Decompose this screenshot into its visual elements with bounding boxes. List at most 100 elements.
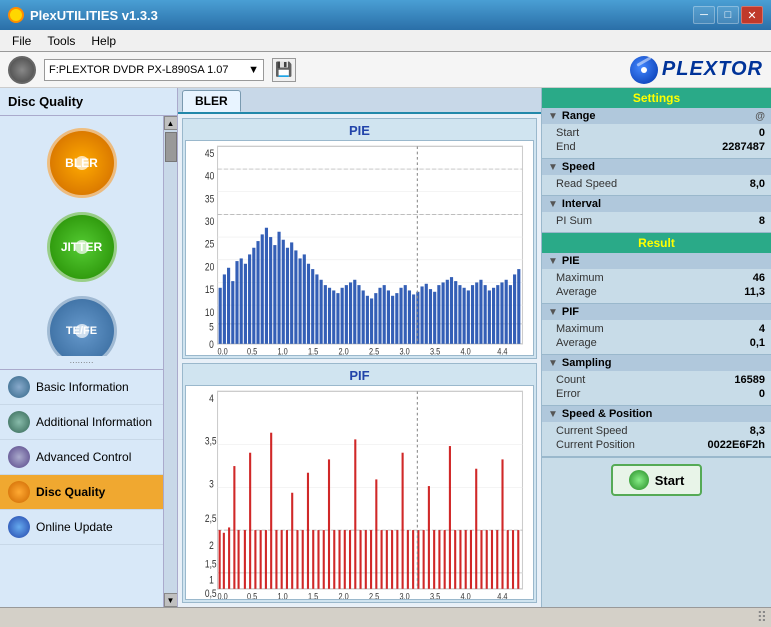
pie-max-label: Maximum xyxy=(556,272,604,284)
tefe-label: TE/FE xyxy=(66,325,97,337)
additional-info-label: Additional Information xyxy=(36,415,152,429)
maximize-button[interactable]: □ xyxy=(717,6,739,24)
tab-bler[interactable]: BLER xyxy=(182,90,241,112)
speed-pos-collapse-icon: ▼ xyxy=(548,409,558,420)
svg-text:1.0: 1.0 xyxy=(277,590,288,599)
charts-container: PIE 45 40 35 30 25 20 15 10 5 0 xyxy=(178,114,541,607)
pie-avg-label: Average xyxy=(556,286,597,298)
pie-result-header[interactable]: ▼ PIE xyxy=(542,253,771,269)
scroll-down-button[interactable]: ▼ xyxy=(164,593,178,607)
minimize-button[interactable]: ─ xyxy=(693,6,715,24)
menu-item-tools[interactable]: Tools xyxy=(39,32,83,50)
sidebar-item-disc[interactable]: Disc Quality xyxy=(0,475,163,510)
pie-result-content: Maximum 46 Average 11,3 xyxy=(542,269,771,303)
svg-text:3.5: 3.5 xyxy=(430,590,441,599)
start-button[interactable]: Start xyxy=(611,464,703,496)
toolbar: F:PLEXTOR DVDR PX-L890SA 1.07 ▼ 💾 PLEXTO… xyxy=(0,52,771,88)
sidebar-item-basic[interactable]: Basic Information xyxy=(0,370,163,405)
jitter-label: JITTER xyxy=(61,240,102,254)
range-start-label: Start xyxy=(556,127,579,139)
pi-sum-value: 8 xyxy=(759,215,765,227)
speed-position-header[interactable]: ▼ Speed & Position xyxy=(542,406,771,422)
main-layout: Disc Quality BLER xyxy=(0,88,771,607)
sidebar-body: BLER JITTER TE/FE xyxy=(0,116,177,607)
sidebar-item-online[interactable]: Online Update xyxy=(0,510,163,545)
svg-text:2,5: 2,5 xyxy=(205,513,217,525)
save-button[interactable]: 💾 xyxy=(272,58,296,82)
pif-max-row: Maximum 4 xyxy=(556,322,765,336)
svg-text:1: 1 xyxy=(209,574,214,586)
plextor-circle-icon xyxy=(630,56,658,84)
pie-chart-svg: 45 40 35 30 25 20 15 10 5 0 xyxy=(186,141,533,355)
svg-text:0.5: 0.5 xyxy=(247,346,258,355)
range-content: Start 0 End 2287487 xyxy=(542,124,771,158)
interval-collapse-icon: ▼ xyxy=(548,199,558,210)
start-circle-icon xyxy=(629,470,649,490)
additional-info-icon xyxy=(8,411,30,433)
pif-avg-value: 0,1 xyxy=(750,337,765,349)
speed-position-content: Current Speed 8,3 Current Position 0022E… xyxy=(542,422,771,456)
menu-item-help[interactable]: Help xyxy=(83,32,124,50)
sampling-collapse-icon: ▼ xyxy=(548,358,558,369)
svg-text:4: 4 xyxy=(209,393,214,405)
interval-section-header[interactable]: ▼ Interval xyxy=(542,196,771,212)
nav-items: Basic Information Additional Information… xyxy=(0,369,163,545)
sidebar-header: Disc Quality xyxy=(0,88,177,116)
pie-max-value: 46 xyxy=(753,272,765,284)
svg-text:0.0: 0.0 xyxy=(218,346,229,355)
pie-avg-value: 11,3 xyxy=(744,286,765,298)
sidebar-scrollbar[interactable]: ▲ ▼ xyxy=(163,116,177,607)
online-update-icon xyxy=(8,516,30,538)
current-speed-label: Current Speed xyxy=(556,425,628,437)
bler-button[interactable]: BLER xyxy=(8,124,155,202)
pie-result-collapse-icon: ▼ xyxy=(548,256,558,267)
close-button[interactable]: ✕ xyxy=(741,6,763,24)
sampling-label: Sampling xyxy=(562,357,612,369)
svg-text:0: 0 xyxy=(209,339,214,351)
content-area: BLER PIE 45 40 35 30 25 20 15 10 xyxy=(178,88,541,607)
svg-text:40: 40 xyxy=(205,171,214,183)
read-speed-label: Read Speed xyxy=(556,178,617,190)
svg-text:1.0: 1.0 xyxy=(277,346,288,355)
save-icon: 💾 xyxy=(275,61,292,78)
settings-header: Settings xyxy=(542,88,771,108)
jitter-button[interactable]: JITTER xyxy=(8,208,155,286)
pif-chart-svg: 4 3,5 3 2,5 2 1,5 1 0,5 xyxy=(186,386,533,600)
pie-chart-area: 45 40 35 30 25 20 15 10 5 0 xyxy=(185,140,534,356)
speed-section-header[interactable]: ▼ Speed xyxy=(542,159,771,175)
drive-selector[interactable]: F:PLEXTOR DVDR PX-L890SA 1.07 ▼ xyxy=(44,59,264,81)
speed-position-label: Speed & Position xyxy=(562,408,652,420)
speed-collapse-icon: ▼ xyxy=(548,162,558,173)
tab-bar: BLER xyxy=(178,88,541,114)
count-label: Count xyxy=(556,374,585,386)
start-label: Start xyxy=(655,473,685,488)
svg-text:1.5: 1.5 xyxy=(308,346,319,355)
svg-text:0.5: 0.5 xyxy=(247,590,258,599)
range-section-header[interactable]: ▼ Range @ xyxy=(542,108,771,124)
sidebar: Disc Quality BLER xyxy=(0,88,178,607)
scroll-thumb[interactable] xyxy=(165,132,177,162)
advanced-control-icon xyxy=(8,446,30,468)
settings-panel: Settings ▼ Range @ Start 0 End 2287487 xyxy=(541,88,771,607)
read-speed-value: 8,0 xyxy=(750,178,765,190)
svg-text:5: 5 xyxy=(209,322,214,334)
sampling-section-header[interactable]: ▼ Sampling xyxy=(542,355,771,371)
drive-icon xyxy=(8,56,36,84)
sidebar-item-advanced[interactable]: Advanced Control xyxy=(0,440,163,475)
pif-result-section: ▼ PIF Maximum 4 Average 0,1 xyxy=(542,304,771,355)
title-buttons: ─ □ ✕ xyxy=(693,6,763,24)
pie-max-row: Maximum 46 xyxy=(556,271,765,285)
svg-text:4.0: 4.0 xyxy=(460,346,471,355)
error-label: Error xyxy=(556,388,580,400)
svg-text:0.0: 0.0 xyxy=(218,590,229,599)
disc-quality-label: Disc Quality xyxy=(36,485,105,499)
range-end-value: 2287487 xyxy=(722,141,765,153)
sidebar-item-additional[interactable]: Additional Information xyxy=(0,405,163,440)
pif-result-header[interactable]: ▼ PIF xyxy=(542,304,771,320)
status-bar: ⠿ xyxy=(0,607,771,627)
menu-item-file[interactable]: File xyxy=(4,32,39,50)
pif-chart-title: PIF xyxy=(185,366,534,385)
sampling-section: ▼ Sampling Count 16589 Error 0 xyxy=(542,355,771,406)
tefe-button[interactable]: TE/FE xyxy=(8,292,155,356)
scroll-up-button[interactable]: ▲ xyxy=(164,116,178,130)
